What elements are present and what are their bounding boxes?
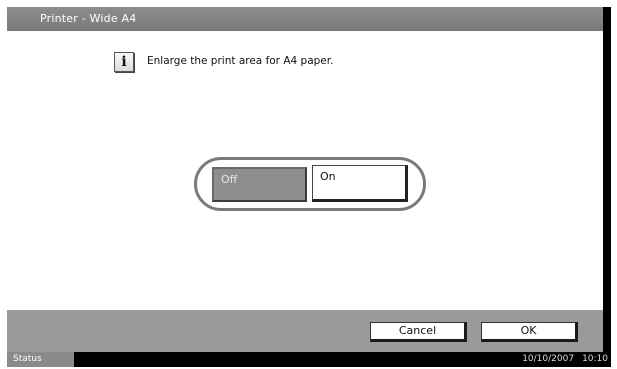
message-text: Enlarge the print area for A4 paper. xyxy=(147,55,334,67)
status-bar xyxy=(7,352,611,367)
cancel-button[interactable]: Cancel xyxy=(370,322,467,342)
title-bar: Printer - Wide A4 xyxy=(7,7,603,31)
info-icon: i xyxy=(114,52,134,72)
status-button[interactable]: Status xyxy=(7,352,74,367)
on-button[interactable]: On xyxy=(312,165,408,202)
screen-title: Printer - Wide A4 xyxy=(40,12,137,25)
time-text: 10:10 xyxy=(582,354,608,364)
datetime-display: 10/10/2007 10:10 xyxy=(522,352,608,367)
off-button[interactable]: Off xyxy=(212,167,307,202)
date-text: 10/10/2007 xyxy=(522,354,575,364)
ok-button[interactable]: OK xyxy=(481,322,578,342)
